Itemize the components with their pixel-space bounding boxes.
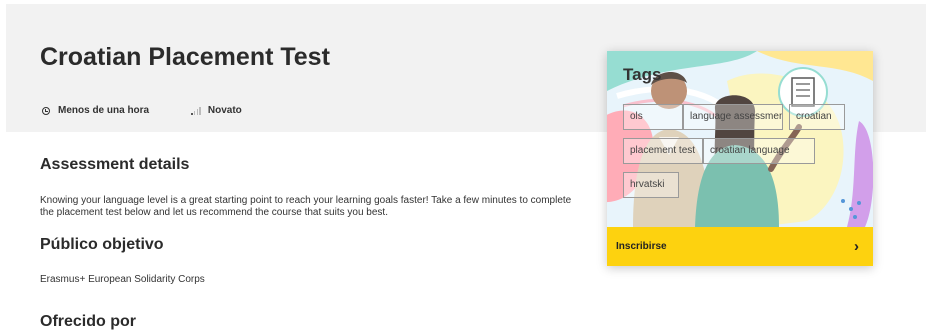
duration-info: Menos de una hora — [42, 105, 149, 116]
level-info: Novato — [191, 105, 242, 116]
audience-text: Erasmus+ European Solidarity Corps — [40, 274, 205, 285]
audience-heading: Público objetivo — [40, 236, 164, 253]
assessment-details-heading: Assessment details — [40, 156, 190, 173]
assessment-details-text: Knowing your language level is a great s… — [40, 195, 572, 218]
tag-language-assessment[interactable]: language assessment — [683, 104, 783, 130]
tag-croatian-language[interactable]: croatian language — [703, 138, 815, 164]
signal-bars-icon — [191, 106, 202, 115]
course-meta: Menos de una hora Novato — [42, 105, 242, 116]
tag-croatian[interactable]: croatian — [789, 104, 845, 130]
page-title: Croatian Placement Test — [40, 43, 330, 71]
offered-by-heading: Ofrecido por — [40, 313, 137, 330]
duration-label: Menos de una hora — [58, 105, 150, 116]
enroll-button[interactable]: Inscribirse › — [607, 227, 873, 266]
tags-title: Tags — [623, 65, 662, 84]
level-label: Novato — [207, 105, 242, 116]
enroll-card: Tags ols language assessment croatian pl… — [607, 51, 873, 266]
chevron-right-icon: › — [854, 238, 859, 255]
tag-placement-test[interactable]: placement test — [623, 138, 703, 164]
clock-icon — [42, 106, 50, 115]
enroll-label: Inscribirse — [616, 241, 667, 252]
tag-hrvatski[interactable]: hrvatski — [623, 172, 679, 198]
tag-ols[interactable]: ols — [623, 104, 683, 130]
